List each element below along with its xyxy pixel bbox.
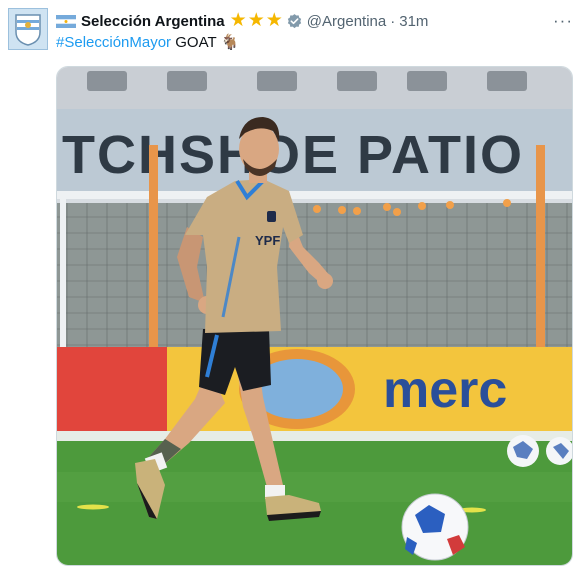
author-handle[interactable]: @Argentina xyxy=(307,13,386,30)
soccer-ball xyxy=(401,493,469,561)
goat-emoji: 🐐 xyxy=(220,34,240,51)
tweet-text: #SelecciónMayor GOAT 🐐 xyxy=(56,33,239,51)
tweet-body: GOAT xyxy=(175,34,217,51)
stadium-banner-text: ITCHSHOE PATIO xyxy=(57,125,524,185)
separator-dot: · xyxy=(390,12,396,30)
author-avatar[interactable] xyxy=(8,8,48,50)
afa-crest-icon xyxy=(15,14,41,46)
tweet-photo[interactable]: ITCHSHOE PATIO merc YPF xyxy=(56,66,573,566)
training-photo-illustration: ITCHSHOE PATIO merc YPF xyxy=(57,67,572,565)
star-icon: ★ xyxy=(247,10,265,31)
tweet-timestamp[interactable]: 31m xyxy=(399,13,428,30)
star-icon: ★ xyxy=(265,10,283,31)
verified-badge-icon[interactable] xyxy=(286,13,303,30)
shirt-sponsor-text: YPF xyxy=(255,233,280,248)
more-options-icon[interactable]: ··· xyxy=(553,11,573,31)
tweet-header: Selección Argentina ★ ★ ★ @Argentina · 3… xyxy=(56,11,547,31)
argentina-flag-icon xyxy=(56,14,76,28)
sponsor-board-text: merc xyxy=(383,361,507,419)
hashtag-link[interactable]: #SelecciónMayor xyxy=(56,34,171,51)
author-display-name[interactable]: Selección Argentina xyxy=(81,13,225,30)
star-icon: ★ xyxy=(229,10,247,31)
star-badges: ★ ★ ★ xyxy=(230,11,284,31)
